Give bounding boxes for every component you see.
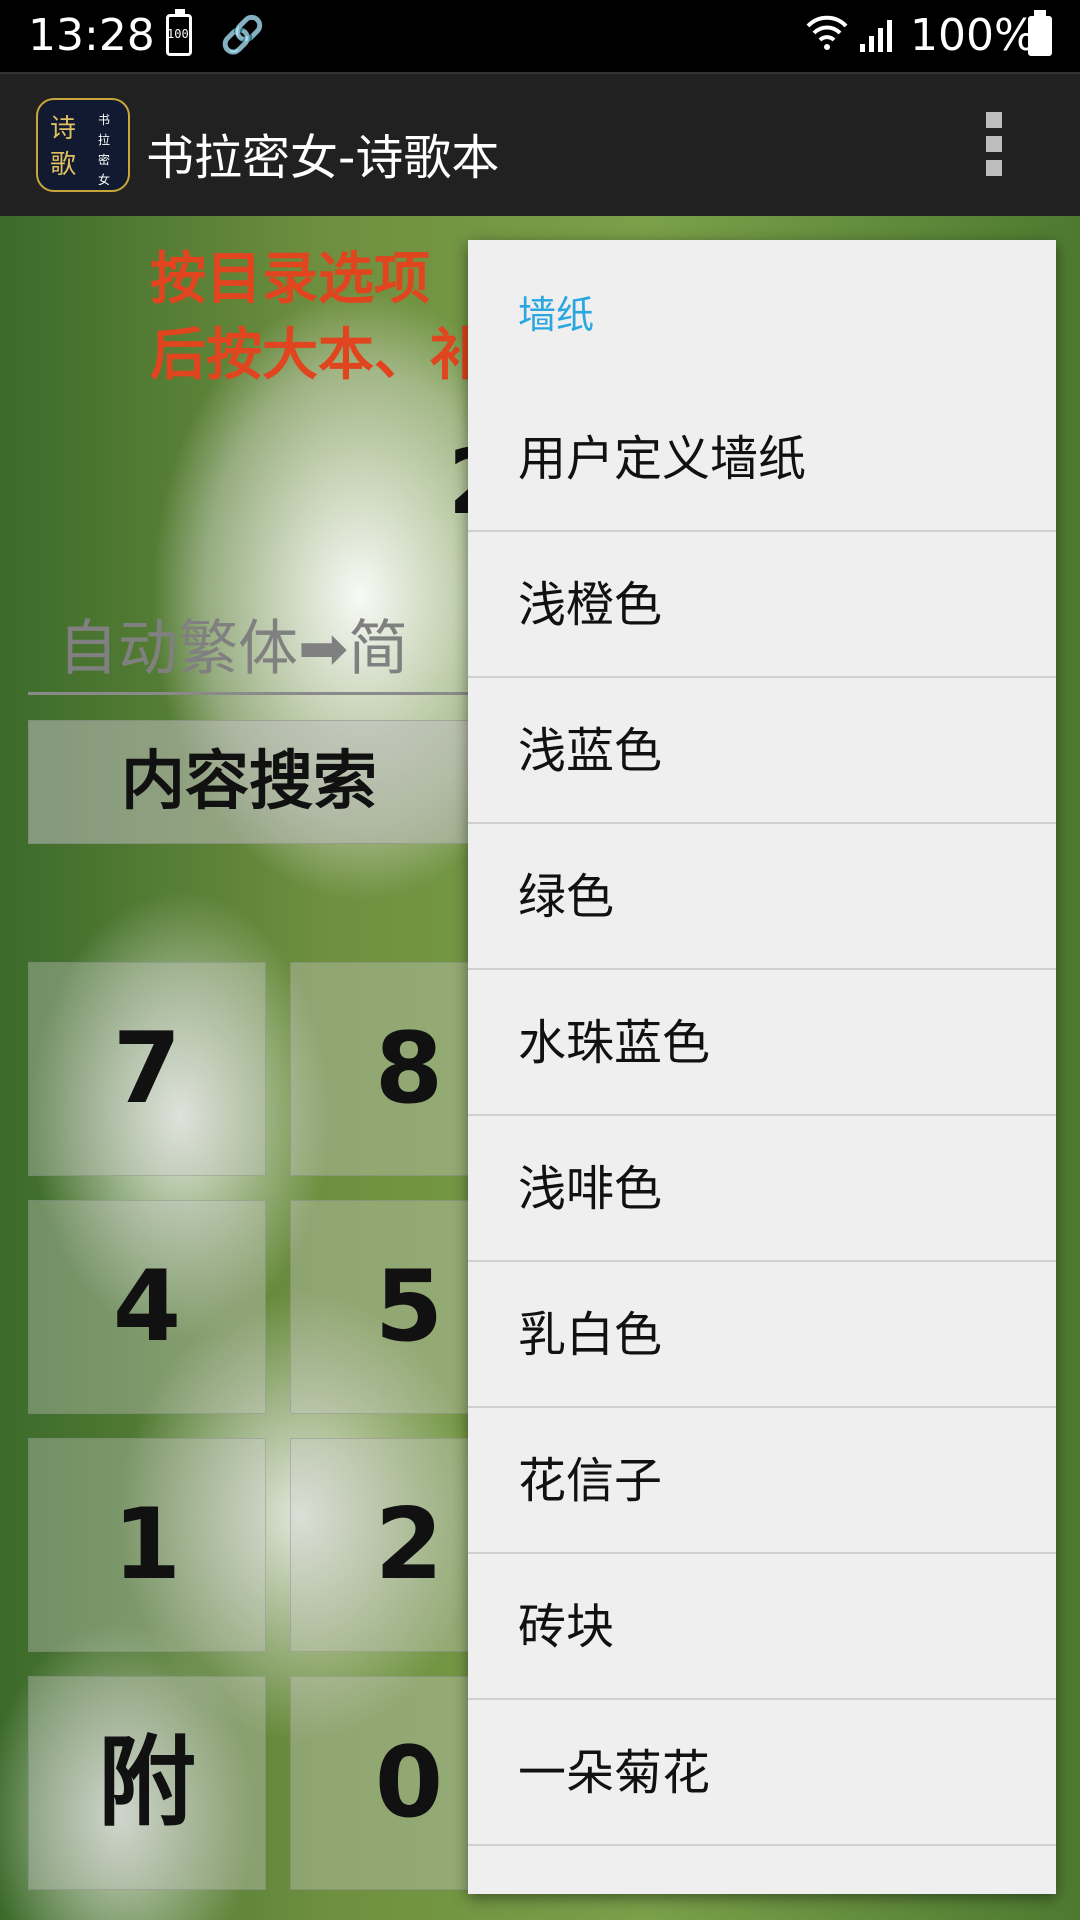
battery-percent: 100% xyxy=(910,10,1036,61)
battery-icon xyxy=(1028,10,1052,56)
auto-convert-toggle[interactable]: 自动繁体➡简 xyxy=(58,600,408,687)
key-7[interactable]: 7 xyxy=(28,962,266,1176)
app-bar: 诗 歌 书 拉 密 女 书拉密女-诗歌本 xyxy=(0,72,1080,218)
content-search-button[interactable]: 内容搜索 xyxy=(28,720,470,844)
key-4[interactable]: 4 xyxy=(28,1200,266,1414)
wallpaper-menu: 墙纸 用户定义墙纸 浅橙色 浅蓝色 绿色 水珠蓝色 浅啡色 乳白色 花信子 砖块… xyxy=(468,240,1056,1894)
menu-item-hyacinth[interactable]: 花信子 xyxy=(468,1410,1056,1554)
menu-item-custom-wallpaper[interactable]: 用户定义墙纸 xyxy=(468,388,1056,532)
key-appendix[interactable]: 附 xyxy=(28,1676,266,1890)
logo-char-2: 歌 xyxy=(50,150,77,180)
app-logo: 诗 歌 书 拉 密 女 xyxy=(36,98,130,192)
instruction-text: 按目录选项 后按大本、补 xyxy=(150,247,486,388)
logo-small-text: 书 拉 密 女 xyxy=(97,113,110,187)
signal-icon xyxy=(858,18,894,54)
menu-item-light-orange[interactable]: 浅橙色 xyxy=(468,534,1056,678)
overflow-menu-icon[interactable] xyxy=(986,112,1002,176)
menu-item-light-blue[interactable]: 浅蓝色 xyxy=(468,680,1056,824)
wifi-icon xyxy=(806,14,848,61)
key-1[interactable]: 1 xyxy=(28,1438,266,1652)
menu-item-green[interactable]: 绿色 xyxy=(468,826,1056,970)
menu-item-chrysanthemum[interactable]: 一朵菊花 xyxy=(468,1702,1056,1846)
app-title: 书拉密女-诗歌本 xyxy=(146,130,500,186)
menu-item-droplet-blue[interactable]: 水珠蓝色 xyxy=(468,972,1056,1116)
logo-char-1: 诗 xyxy=(50,114,77,144)
menu-header: 墙纸 xyxy=(518,293,595,337)
convert-underline xyxy=(28,692,508,695)
menu-item-light-brown[interactable]: 浅啡色 xyxy=(468,1118,1056,1262)
status-bar: 13:28 100 🔗 100% xyxy=(0,0,1080,72)
menu-item-bricks[interactable]: 砖块 xyxy=(468,1556,1056,1700)
menu-item-cream[interactable]: 乳白色 xyxy=(468,1264,1056,1408)
link-icon: 🔗 xyxy=(220,15,265,56)
battery-saver-icon: 100 xyxy=(166,9,192,56)
status-time: 13:28 xyxy=(28,10,155,61)
